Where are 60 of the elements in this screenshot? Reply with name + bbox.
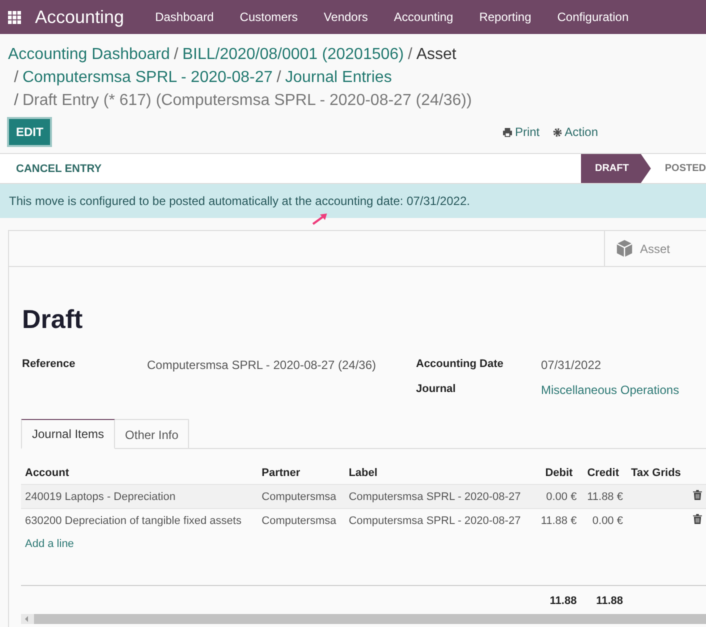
tab[interactable]: Other Info (115, 419, 190, 449)
breadcrumb-separator: / (14, 69, 18, 86)
field-label: Reference (22, 358, 76, 372)
table-cell: 0.00 € (546, 490, 577, 502)
gear-icon (552, 128, 562, 136)
column-header[interactable]: Account (21, 462, 258, 484)
add-line-link[interactable]: Add a line (25, 538, 74, 550)
column-header[interactable]: Debit (534, 462, 581, 484)
field-value: 07/31/2022 (541, 358, 602, 372)
menu-item[interactable]: Accounting (380, 10, 466, 24)
table-cell: Computersmsa (262, 490, 336, 502)
printer-icon (502, 128, 512, 136)
menu-item[interactable]: Vendors (310, 10, 381, 24)
field-value: Computersmsa SPRL - 2020-08-27 (24/36) (147, 358, 376, 372)
app-name[interactable]: Accounting (35, 6, 124, 28)
breadcrumb-separator: / (174, 46, 178, 63)
table-cell: 630200 Depreciation of tangible fixed assets (25, 514, 242, 526)
field-label: Accounting Date (416, 358, 504, 372)
breadcrumb-link[interactable]: Accounting Dashboard (8, 46, 170, 63)
menu-item[interactable]: Customers (226, 10, 311, 24)
menu-item[interactable]: Reporting (466, 10, 544, 24)
record-title: Draft (22, 304, 84, 334)
cube-icon (615, 239, 634, 258)
menu-item[interactable]: Dashboard (142, 10, 227, 24)
tab[interactable]: Journal Items (21, 419, 116, 449)
status-stage[interactable]: DRAFT (580, 154, 651, 183)
breadcrumb-link[interactable]: Asset (416, 46, 456, 63)
menu-item[interactable]: Configuration (544, 10, 642, 24)
table-cell: 0.00 € (592, 514, 623, 526)
table-cell: 11.88 € (587, 490, 623, 502)
horizontal-scrollbar[interactable] (21, 614, 706, 624)
breadcrumb-link[interactable]: Computersmsa SPRL - 2020-08-27 (22, 69, 273, 86)
trash-icon[interactable] (693, 490, 702, 500)
edit-button[interactable]: EDIT (7, 117, 52, 147)
table-cell: Computersmsa SPRL - 2020-08-27 (348, 514, 521, 526)
credit-total: 11.88 (596, 594, 623, 606)
column-header[interactable]: Label (344, 462, 534, 484)
action-button[interactable]: Action (552, 125, 598, 139)
trash-icon[interactable] (693, 514, 702, 524)
annotation-arrow-icon (312, 213, 328, 225)
table-cell: 11.88 € (540, 514, 577, 526)
column-header[interactable]: Tax Grids (626, 462, 688, 484)
column-header[interactable]: Credit (580, 462, 627, 484)
table-cell: 240019 Laptops - Depreciation (25, 490, 176, 502)
breadcrumb-link[interactable]: Journal Entries (285, 69, 392, 86)
table-cell: Computersmsa (262, 514, 336, 526)
breadcrumb-separator: / (14, 92, 18, 109)
breadcrumb-link[interactable]: BILL/2020/08/0001 (20201506) (182, 46, 404, 63)
column-header[interactable]: Partner (258, 462, 345, 484)
breadcrumb-current: Draft Entry (* 617) (Computersmsa SPRL - 2020-08-27 (24/36)) (22, 92, 472, 109)
table-cell: Computersmsa SPRL - 2020-08-27 (348, 490, 521, 502)
field-link[interactable]: Miscellaneous Operations (541, 383, 680, 397)
print-button[interactable]: Print (502, 125, 540, 139)
apps-menu-icon[interactable] (8, 10, 21, 24)
alert-message: This move is configured to be posted automatically at the accounting date: 07/31/2022. (9, 194, 470, 208)
breadcrumb-separator: / (408, 46, 412, 63)
breadcrumb-separator: / (276, 69, 282, 86)
field-label: Journal (416, 383, 457, 397)
cancel-entry-button[interactable]: CANCEL ENTRY (0, 162, 118, 174)
debit-total: 11.88 (550, 594, 577, 606)
